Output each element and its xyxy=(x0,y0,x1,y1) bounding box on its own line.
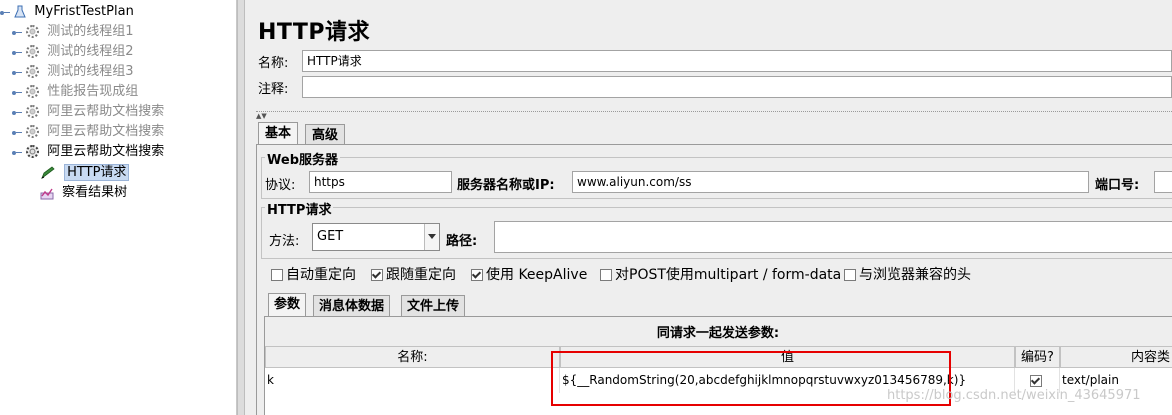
path-label: 路径: xyxy=(446,234,478,249)
test-plan-tree[interactable]: MyFristTestPlan 测试的线程组1 测试的线程组2 测试的线程组3 … xyxy=(0,0,237,415)
thread-group-gear-icon xyxy=(26,65,40,78)
expand-handle-icon[interactable] xyxy=(12,27,22,37)
thread-group-gear-icon xyxy=(26,45,40,58)
listener-chart-icon xyxy=(40,188,54,199)
keepalive-checkbox[interactable]: 使用 KeepAlive xyxy=(471,264,587,284)
expand-handle-icon[interactable] xyxy=(12,47,22,57)
checkbox-checked-icon[interactable] xyxy=(371,269,383,281)
tree-item-label: 测试的线程组1 xyxy=(47,24,134,39)
http-sampler-pencil-icon xyxy=(41,165,55,179)
checkbox-unchecked-icon[interactable] xyxy=(271,269,283,281)
column-header-content-type[interactable]: 内容类 xyxy=(1060,346,1172,368)
tree-item-label: 性能报告现成组 xyxy=(47,84,139,99)
method-select[interactable]: GET xyxy=(312,223,440,251)
tree-item-thread-group-3[interactable]: 测试的线程组3 xyxy=(12,62,134,82)
protocol-label: 协议: xyxy=(265,178,296,193)
checkbox-checked-icon[interactable] xyxy=(471,269,483,281)
port-label: 端口号: xyxy=(1095,178,1140,193)
follow-redirect-checkbox[interactable]: 跟随重定向 xyxy=(371,264,456,284)
tree-item-label: 察看结果树 xyxy=(62,185,128,200)
thread-group-gear-icon xyxy=(26,85,40,98)
tree-item-aliyun-search-1[interactable]: 阿里云帮助文档搜索 xyxy=(12,102,164,122)
expand-handle-icon[interactable] xyxy=(12,67,22,77)
expand-handle-icon[interactable] xyxy=(12,127,22,137)
checkbox-unchecked-icon[interactable] xyxy=(844,269,856,281)
tree-item-label: 阿里云帮助文档搜索 xyxy=(47,124,165,139)
port-field[interactable] xyxy=(1154,171,1172,193)
checkbox-label: 与浏览器兼容的头 xyxy=(859,267,971,283)
collapse-handle-icon[interactable] xyxy=(12,147,22,157)
watermark: https://blog.csdn.net/weixin_43645971 xyxy=(887,388,1141,403)
thread-group-gear-icon xyxy=(26,145,40,158)
tree-item-label: MyFristTestPlan xyxy=(34,4,134,19)
multipart-checkbox[interactable]: 对POST使用multipart / form-data xyxy=(600,264,841,284)
tree-item-label: 测试的线程组2 xyxy=(47,44,134,59)
checkbox-unchecked-icon[interactable] xyxy=(600,269,612,281)
param-name-cell[interactable]: k xyxy=(265,368,560,393)
checkbox-label: 跟随重定向 xyxy=(386,267,456,283)
tree-item-http-request[interactable]: HTTP请求 xyxy=(40,163,130,183)
tree-item-aliyun-search-2[interactable]: 阿里云帮助文档搜索 xyxy=(12,122,164,142)
page-title: HTTP请求 xyxy=(258,20,371,45)
browser-headers-checkbox[interactable]: 与浏览器兼容的头 xyxy=(844,264,971,284)
auto-redirect-checkbox[interactable]: 自动重定向 xyxy=(271,264,356,284)
tree-item-label: HTTP请求 xyxy=(64,164,130,181)
name-label: 名称: xyxy=(258,56,289,71)
checkbox-label: 自动重定向 xyxy=(286,267,356,283)
tab-basic[interactable]: 基本 xyxy=(258,122,299,146)
http-request-legend: HTTP请求 xyxy=(265,199,334,218)
tree-item-view-results-tree[interactable]: 察看结果树 xyxy=(40,183,127,203)
tab-advanced[interactable]: 高级 xyxy=(305,124,346,146)
comment-label: 注释: xyxy=(258,82,289,97)
column-header-encode[interactable]: 编码? xyxy=(1015,346,1060,368)
comment-field[interactable] xyxy=(302,76,1172,98)
web-server-legend: Web服务器 xyxy=(265,149,340,168)
checkbox-checked-icon[interactable] xyxy=(1029,374,1042,387)
collapse-divider[interactable] xyxy=(256,111,1172,112)
method-label: 方法: xyxy=(269,234,300,249)
chevron-down-icon[interactable] xyxy=(424,224,439,250)
tab-file-upload[interactable]: 文件上传 xyxy=(401,295,466,317)
protocol-field[interactable]: https xyxy=(309,171,452,193)
expand-handle-icon[interactable] xyxy=(12,107,22,117)
path-field[interactable] xyxy=(494,221,1172,253)
expand-handle-icon[interactable] xyxy=(0,7,10,17)
thread-group-gear-icon xyxy=(26,25,40,38)
thread-group-gear-icon xyxy=(26,105,40,118)
thread-group-gear-icon xyxy=(26,125,40,138)
tree-item-label: 测试的线程组3 xyxy=(47,64,134,79)
tree-item-perf-report-group[interactable]: 性能报告现成组 xyxy=(12,82,138,102)
server-field[interactable]: www.aliyun.com/ss xyxy=(572,171,1089,193)
name-field[interactable]: HTTP请求 xyxy=(302,50,1172,72)
tree-item-label: 阿里云帮助文档搜索 xyxy=(47,144,165,159)
tree-item-thread-group-1[interactable]: 测试的线程组1 xyxy=(12,22,134,42)
checkbox-label: 使用 KeepAlive xyxy=(486,267,588,283)
checkbox-label: 对POST使用multipart / form-data xyxy=(615,267,842,283)
expand-handle-icon[interactable] xyxy=(12,87,22,97)
test-plan-icon xyxy=(14,5,26,17)
tab-parameters[interactable]: 参数 xyxy=(268,293,307,317)
collapse-arrows-icon[interactable]: ▲▼ xyxy=(256,112,267,120)
server-label: 服务器名称或IP: xyxy=(457,178,555,193)
tree-item-thread-group-2[interactable]: 测试的线程组2 xyxy=(12,42,134,62)
split-pane-divider[interactable] xyxy=(237,0,245,415)
method-value: GET xyxy=(317,229,344,244)
tree-item-aliyun-search-3[interactable]: 阿里云帮助文档搜索 xyxy=(12,142,164,162)
parameters-title: 同请求一起发送参数: xyxy=(656,326,780,341)
tree-item-label: 阿里云帮助文档搜索 xyxy=(47,104,165,119)
tab-body-data[interactable]: 消息体数据 xyxy=(313,295,391,317)
column-header-name[interactable]: 名称: xyxy=(265,346,560,368)
tree-item-test-plan[interactable]: MyFristTestPlan xyxy=(0,2,134,22)
